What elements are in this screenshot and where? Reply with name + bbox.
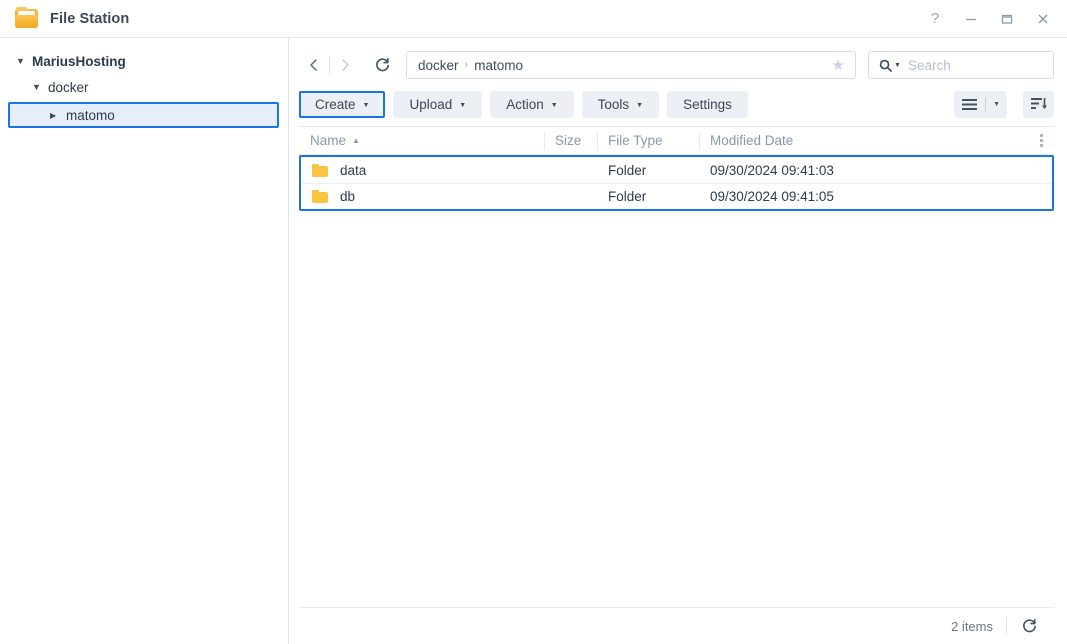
table-row[interactable]: db Folder 09/30/2024 09:41:05 <box>301 183 1052 209</box>
create-button-label: Create <box>315 96 356 112</box>
list-view-icon <box>954 98 985 111</box>
reload-button[interactable] <box>367 52 397 78</box>
column-header-row: Name ▲ Size File Type Modified Date <box>299 126 1054 155</box>
table-row[interactable]: data Folder 09/30/2024 09:41:03 <box>301 157 1052 183</box>
sidebar: MariusHosting docker matomo <box>0 38 289 644</box>
breadcrumb-separator: › <box>464 59 469 71</box>
column-header-file-type-label: File Type <box>608 133 663 148</box>
back-button[interactable] <box>299 52 329 78</box>
sort-button[interactable] <box>1023 90 1054 118</box>
sidebar-item-mariushosting[interactable]: MariusHosting <box>0 48 288 74</box>
search-box[interactable]: ▼ <box>868 51 1067 79</box>
action-button-label: Action <box>506 96 544 112</box>
column-header-name[interactable]: Name ▲ <box>299 127 544 154</box>
chevron-down-icon: ▼ <box>636 101 644 109</box>
sort-ascending-icon: ▲ <box>352 136 360 145</box>
file-list-selection-highlight: data Folder 09/30/2024 09:41:03 db Folde… <box>299 155 1054 211</box>
status-bar: 2 items <box>299 607 1054 644</box>
sidebar-item-matomo[interactable]: matomo <box>10 104 277 126</box>
column-header-size[interactable]: Size <box>544 127 597 154</box>
tools-button-label: Tools <box>597 96 630 112</box>
create-button[interactable]: Create ▼ <box>299 90 386 118</box>
more-options-icon[interactable] <box>1028 127 1054 154</box>
close-icon <box>1038 14 1048 23</box>
minimize-icon <box>966 18 976 20</box>
action-button[interactable]: Action ▼ <box>490 90 574 118</box>
star-icon[interactable]: ★ <box>828 56 849 74</box>
refresh-icon <box>375 57 389 71</box>
chevron-down-icon: ▼ <box>894 61 901 69</box>
chevron-down-icon: ▼ <box>362 101 370 109</box>
row-name-label: data <box>340 162 367 178</box>
settings-button[interactable]: Settings <box>667 90 748 118</box>
column-header-size-label: Size <box>555 133 582 148</box>
items-count-label: 2 items <box>951 618 993 634</box>
chevron-down-icon: ▼ <box>459 101 467 109</box>
upload-button-label: Upload <box>409 96 453 112</box>
chevron-left-icon <box>310 59 317 71</box>
toolbar: Create ▼ Upload ▼ Action ▼ Tools ▼ Setti… <box>289 86 1067 122</box>
refresh-icon <box>1023 618 1036 632</box>
app-title: File Station <box>50 10 130 27</box>
column-header-modified-date-label: Modified Date <box>710 133 794 148</box>
body-split: MariusHosting docker matomo <box>0 38 1067 644</box>
chevron-down-icon[interactable] <box>32 83 46 92</box>
upload-button[interactable]: Upload ▼ <box>393 90 483 118</box>
row-name-cell: db <box>301 184 544 209</box>
row-modified-date-cell: 09/30/2024 09:41:05 <box>710 189 834 204</box>
settings-button-label: Settings <box>683 96 732 112</box>
folder-icon <box>312 163 328 177</box>
minimize-button[interactable] <box>953 1 989 37</box>
forward-button[interactable] <box>330 52 360 78</box>
chevron-right-icon <box>342 59 349 71</box>
close-button[interactable] <box>1025 1 1061 37</box>
chevron-right-icon[interactable] <box>50 111 64 120</box>
chevron-down-icon: ▼ <box>550 101 558 109</box>
row-modified-date-cell: 09/30/2024 09:41:03 <box>710 162 834 178</box>
folder-icon <box>312 190 328 203</box>
chevron-down-icon[interactable]: ▼ <box>986 101 1007 108</box>
file-station-window: File Station ? Mar <box>0 0 1067 644</box>
search-icon[interactable]: ▼ <box>879 59 901 72</box>
row-size-cell <box>544 184 597 209</box>
column-header-modified-date[interactable]: Modified Date <box>699 127 1028 154</box>
sidebar-selection-highlight: matomo <box>8 102 279 128</box>
question-mark-icon: ? <box>930 10 940 27</box>
status-refresh-button[interactable] <box>1007 618 1040 635</box>
navigation-bar: docker › matomo ★ ▼ <box>289 46 1067 84</box>
column-header-name-label: Name <box>310 133 347 148</box>
maximize-icon <box>1001 14 1013 24</box>
sidebar-item-label: matomo <box>66 107 115 123</box>
folder-icon <box>14 6 40 31</box>
tools-button[interactable]: Tools ▼ <box>581 90 660 118</box>
help-button[interactable]: ? <box>917 1 953 37</box>
sort-descending-icon <box>1030 98 1047 109</box>
row-name-label: db <box>340 189 356 204</box>
path-bar[interactable]: docker › matomo ★ <box>406 51 856 79</box>
chevron-down-icon[interactable] <box>16 57 30 66</box>
main-panel: docker › matomo ★ ▼ Search Create ▼ Uplo… <box>289 38 1067 644</box>
row-file-type-cell: Folder <box>608 162 647 178</box>
title-bar: File Station ? <box>0 0 1067 38</box>
row-size-cell <box>544 157 597 183</box>
breadcrumb: docker › matomo <box>418 58 828 73</box>
row-name-cell: data <box>301 157 544 183</box>
search-input[interactable] <box>907 57 1067 73</box>
view-mode-button[interactable]: ▼ <box>954 90 1007 118</box>
sidebar-item-label: MariusHosting <box>32 53 126 69</box>
breadcrumb-item-matomo[interactable]: matomo <box>474 58 523 73</box>
file-list: data Folder 09/30/2024 09:41:03 db Folde… <box>299 155 1054 607</box>
row-file-type-cell: Folder <box>608 189 647 204</box>
breadcrumb-item-docker[interactable]: docker <box>418 58 459 73</box>
sidebar-item-docker[interactable]: docker <box>0 74 288 100</box>
column-header-file-type[interactable]: File Type <box>597 127 699 154</box>
maximize-button[interactable] <box>989 1 1025 37</box>
sidebar-item-label: docker <box>48 79 89 95</box>
